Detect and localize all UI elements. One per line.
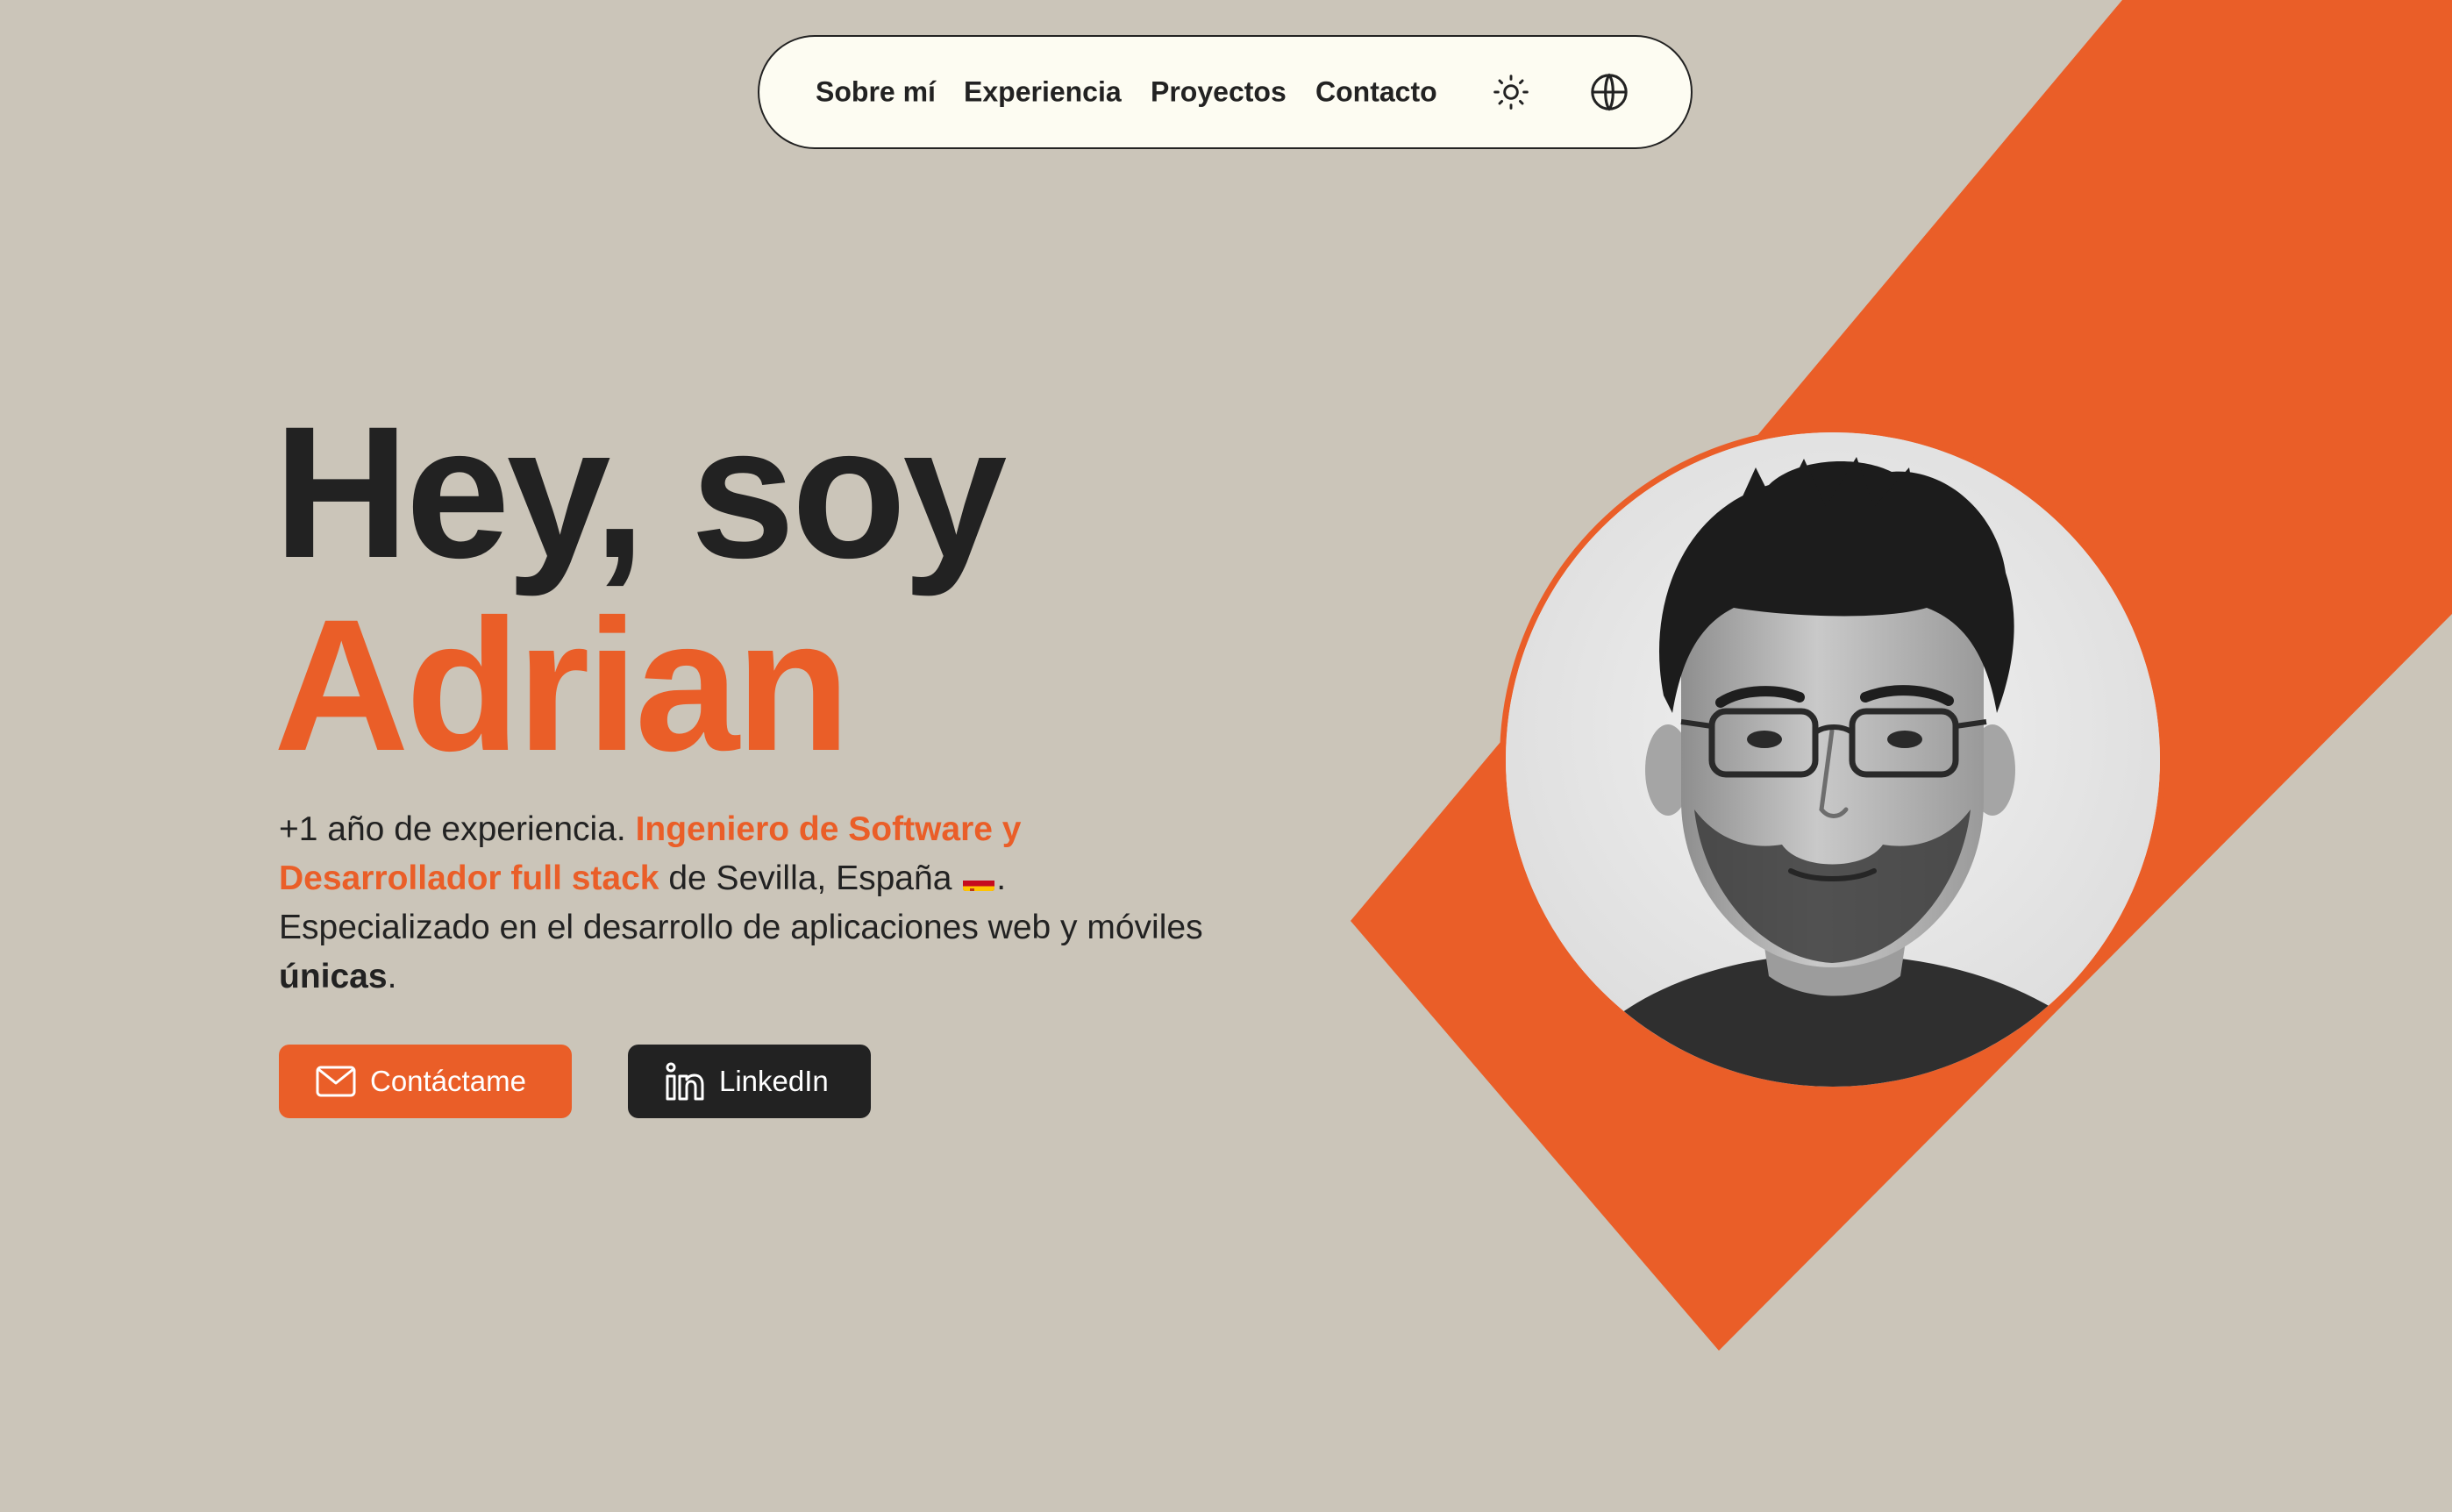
intro-emphasis: únicas <box>279 958 388 995</box>
navbar: Sobre mí Experiencia Proyectos Contacto <box>758 35 1693 149</box>
nav-link-sobre-mi[interactable]: Sobre mí <box>816 76 936 109</box>
linkedin-icon <box>665 1062 705 1101</box>
nav-link-proyectos[interactable]: Proyectos <box>1151 76 1287 109</box>
spain-flag-icon <box>963 868 995 891</box>
contact-button[interactable]: Contáctame <box>279 1045 572 1118</box>
sun-icon[interactable] <box>1489 70 1533 114</box>
nav-link-contacto[interactable]: Contacto <box>1315 76 1437 109</box>
globe-icon[interactable] <box>1587 70 1631 114</box>
mail-icon <box>316 1066 356 1097</box>
nav-link-experiencia[interactable]: Experiencia <box>964 76 1122 109</box>
hero-greeting: Hey, soy <box>274 388 1007 597</box>
contact-button-label: Contáctame <box>370 1065 526 1097</box>
linkedin-button[interactable]: LinkedIn <box>628 1045 871 1118</box>
hero-name: Adrian <box>274 581 851 790</box>
linkedin-button-label: LinkedIn <box>719 1065 829 1097</box>
intro-end: . <box>387 958 397 995</box>
intro-text: +1 año de experiencia. <box>279 810 636 848</box>
profile-photo <box>1500 426 2166 1093</box>
intro-location: de Sevilla, España <box>659 859 962 897</box>
hero-intro: +1 año de experiencia. Ingeniero de Soft… <box>279 805 1208 1002</box>
hero-title: Hey, soy Adrian <box>274 388 1007 790</box>
